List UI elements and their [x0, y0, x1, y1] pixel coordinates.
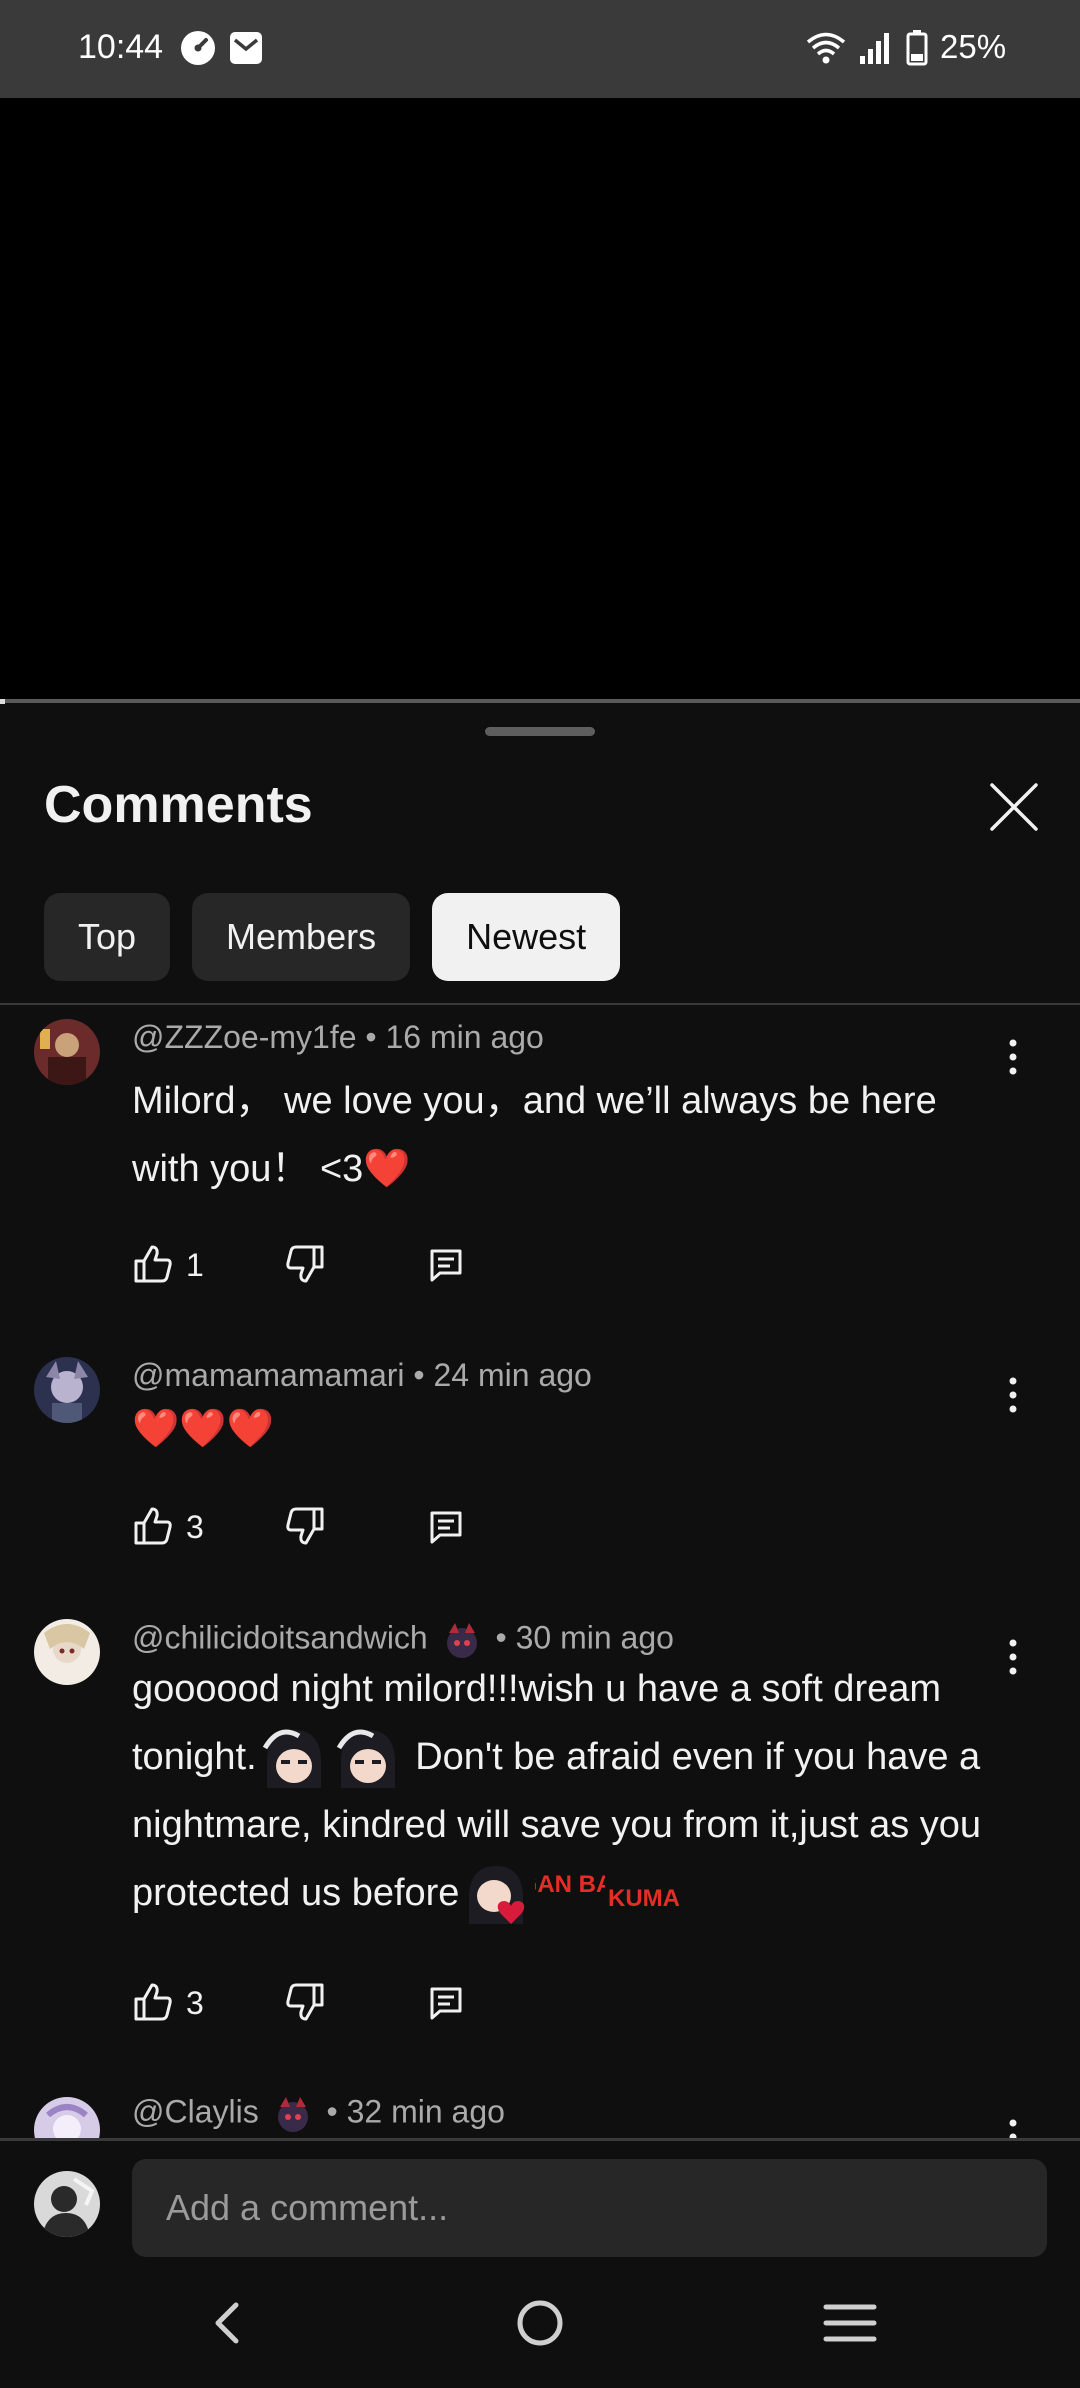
thumbs-up-icon[interactable]	[132, 1243, 174, 1285]
meta-separator: •	[326, 2093, 347, 2130]
battery-percent: 25%	[940, 28, 1007, 65]
reply-icon[interactable]	[428, 1509, 464, 1545]
like-count: 3	[186, 1509, 204, 1545]
thumbs-up-icon[interactable]	[132, 1981, 174, 2023]
home-icon[interactable]	[508, 2291, 572, 2355]
chip-newest[interactable]: Newest	[432, 893, 621, 981]
like-count: 1	[186, 1247, 204, 1283]
avatar[interactable]	[34, 1619, 100, 1685]
comments-title: Comments	[44, 776, 313, 834]
meta-separator: •	[365, 1019, 386, 1055]
emote-girl-icon	[262, 1729, 321, 1788]
reply-icon[interactable]	[428, 1247, 464, 1283]
thumbs-down-icon[interactable]	[284, 1243, 326, 1285]
comment-meta: @ZZZoe-my1fe • 16 min ago	[132, 1019, 544, 1056]
emote-ganba-label: GAN BA!	[535, 1871, 605, 1898]
comment-composer	[0, 2141, 1080, 2261]
speedometer-icon	[181, 31, 215, 65]
status-bar: 10:44 25%	[0, 0, 1080, 98]
wifi-icon	[806, 32, 846, 64]
meta-separator: •	[495, 1619, 516, 1656]
thumbs-down-icon[interactable]	[284, 1981, 326, 2023]
chip-members[interactable]: Members	[192, 893, 411, 981]
comment-text: Milord， we love you，and we’ll always be …	[132, 1067, 1012, 1203]
drag-handle[interactable]	[485, 727, 595, 736]
comment-filter-chips: Top Members Newest	[44, 893, 621, 981]
emote-girl-icon	[336, 1729, 395, 1788]
comment-text: ❤️❤️❤️	[132, 1408, 274, 1450]
avatar[interactable]	[34, 1019, 100, 1085]
comment-time: 32 min ago	[346, 2093, 505, 2130]
heart-emoji: ❤️	[363, 1148, 411, 1190]
emote-kuma-label: KUMA	[609, 1885, 679, 1912]
comment-meta: @mamamamamari • 24 min ago	[132, 1357, 592, 1394]
system-nav-bar	[0, 2261, 1080, 2388]
thumbs-down-icon[interactable]	[284, 1505, 326, 1547]
comment-text: goooood night milord!!!wish u have a sof…	[132, 1655, 1012, 1927]
comment-meta: @Claylis • 32 min ago	[132, 2093, 505, 2135]
back-icon[interactable]	[196, 2291, 260, 2355]
thumbs-up-icon[interactable]	[132, 1505, 174, 1547]
signal-icon	[860, 33, 889, 64]
comment-time: 30 min ago	[515, 1619, 674, 1656]
comment-author[interactable]: @mamamamamari	[132, 1357, 405, 1393]
comment-list: @ZZZoe-my1fe • 16 min ago Milord， we lov…	[0, 1005, 1080, 2139]
meta-separator: •	[413, 1357, 434, 1393]
avatar[interactable]	[34, 1357, 100, 1423]
add-comment-input[interactable]	[132, 2159, 1047, 2257]
recents-menu-icon[interactable]	[818, 2291, 882, 2355]
comment-time: 24 min ago	[433, 1357, 592, 1393]
emote-kuma-icon: KUMA	[609, 1885, 679, 1912]
close-icon[interactable]	[986, 779, 1042, 835]
comment-time: 16 min ago	[385, 1019, 544, 1055]
video-player[interactable]	[0, 98, 1080, 701]
comment-author[interactable]: @Claylis	[132, 2093, 259, 2129]
emote-heart-girl-icon	[469, 1865, 525, 1924]
member-badge-icon	[277, 2097, 308, 2132]
comment-author[interactable]: @chilicidoitsandwich	[132, 1619, 428, 1655]
comment-text-content: Milord， we love you，and we’ll always be …	[132, 1080, 937, 1190]
email-icon	[230, 32, 262, 64]
comment-author[interactable]: @ZZZoe-my1fe	[132, 1019, 357, 1055]
emote-ganba-icon: GAN BA!	[535, 1871, 605, 1898]
video-progress-indicator	[0, 699, 5, 704]
more-options-icon[interactable]	[998, 2115, 1028, 2139]
like-count: 3	[186, 1985, 204, 2021]
reply-icon[interactable]	[428, 1985, 464, 2021]
avatar[interactable]	[34, 2097, 100, 2139]
battery-icon	[906, 30, 928, 66]
video-progress-bar[interactable]	[0, 699, 1080, 703]
status-time: 10:44	[78, 28, 164, 66]
user-avatar	[34, 2171, 100, 2237]
chip-top[interactable]: Top	[44, 893, 171, 981]
comments-sheet: Comments Top Members Newest @ZZZoe-my1fe…	[0, 705, 1080, 2388]
